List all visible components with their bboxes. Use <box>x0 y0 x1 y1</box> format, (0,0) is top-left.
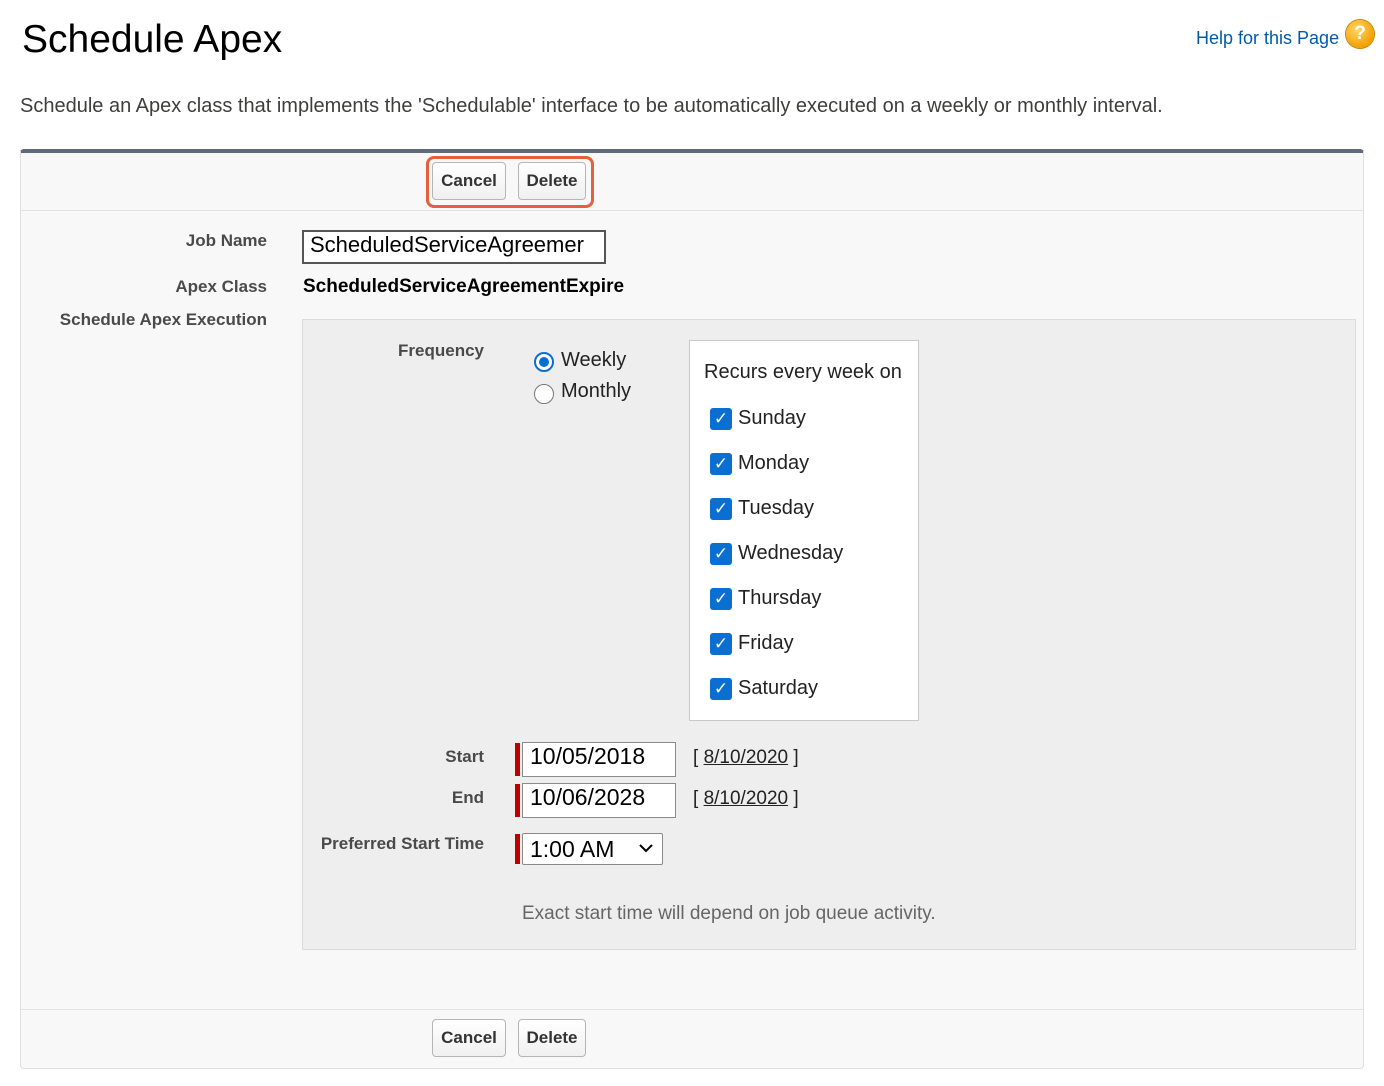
start-today-link[interactable]: 8/10/2020 <box>704 747 789 768</box>
cancel-button[interactable]: Cancel <box>432 162 506 200</box>
chevron-down-icon <box>639 844 653 853</box>
end-today-link-wrapper: [ 8/10/2020 ] <box>693 788 799 809</box>
thursday-checkbox[interactable]: ✓ <box>710 588 732 610</box>
job-name-label: Job Name <box>185 231 267 250</box>
help-link[interactable]: Help for this Page <box>1196 28 1339 49</box>
preferred-start-time-select[interactable]: 1:00 AM <box>522 833 663 865</box>
delete-button-bottom[interactable]: Delete <box>518 1019 586 1057</box>
bottom-button-row <box>21 1009 1363 1067</box>
monday-checkbox[interactable]: ✓ <box>710 453 732 475</box>
start-today-link-wrapper: [ 8/10/2020 ] <box>693 747 799 768</box>
thursday-label[interactable]: Thursday <box>738 587 821 610</box>
saturday-label[interactable]: Saturday <box>738 677 818 700</box>
tuesday-checkbox[interactable]: ✓ <box>710 498 732 520</box>
monday-label[interactable]: Monday <box>738 452 809 475</box>
friday-label[interactable]: Friday <box>738 632 794 655</box>
weekly-radio[interactable] <box>534 352 554 372</box>
page-title: Schedule Apex <box>22 18 283 61</box>
weekly-radio-label[interactable]: Weekly <box>561 349 626 372</box>
frequency-label: Frequency <box>398 341 484 360</box>
end-label: End <box>451 788 484 807</box>
wednesday-label[interactable]: Wednesday <box>738 542 843 565</box>
delete-button[interactable]: Delete <box>518 162 586 200</box>
start-date-input[interactable]: 10/05/2018 <box>522 742 676 777</box>
job-name-input[interactable]: ScheduledServiceAgreemer <box>302 230 606 264</box>
friday-checkbox[interactable]: ✓ <box>710 633 732 655</box>
preferred-start-time-label: Preferred Start Time <box>320 834 484 853</box>
wednesday-checkbox[interactable]: ✓ <box>710 543 732 565</box>
cancel-button-bottom[interactable]: Cancel <box>432 1019 506 1057</box>
recurs-title: Recurs every week on <box>704 361 902 383</box>
schedule-execution-label: Schedule Apex Execution <box>59 310 267 329</box>
required-indicator <box>515 834 520 864</box>
end-today-link[interactable]: 8/10/2020 <box>704 788 789 809</box>
job-name-value: ScheduledServiceAgreemer <box>310 232 584 257</box>
end-date-input[interactable]: 10/06/2028 <box>522 783 676 818</box>
apex-class-label: Apex Class <box>175 277 267 296</box>
sunday-label[interactable]: Sunday <box>738 407 806 430</box>
required-indicator <box>515 784 520 817</box>
monthly-radio-label[interactable]: Monthly <box>561 380 631 403</box>
top-button-row <box>21 153 1363 211</box>
saturday-checkbox[interactable]: ✓ <box>710 678 732 700</box>
preferred-start-time-value: 1:00 AM <box>530 836 615 862</box>
required-indicator <box>515 743 520 776</box>
tuesday-label[interactable]: Tuesday <box>738 497 814 520</box>
monthly-radio[interactable] <box>534 384 554 404</box>
apex-class-value: ScheduledServiceAgreementExpire <box>303 276 625 297</box>
start-label: Start <box>445 747 484 766</box>
start-time-note: Exact start time will depend on job queu… <box>522 903 936 924</box>
end-date-value: 10/06/2028 <box>530 784 646 810</box>
page-description: Schedule an Apex class that implements t… <box>20 95 1163 117</box>
recurs-days-box <box>689 340 919 721</box>
sunday-checkbox[interactable]: ✓ <box>710 408 732 430</box>
start-date-value: 10/05/2018 <box>530 743 646 769</box>
question-icon[interactable]: ? <box>1346 20 1374 48</box>
